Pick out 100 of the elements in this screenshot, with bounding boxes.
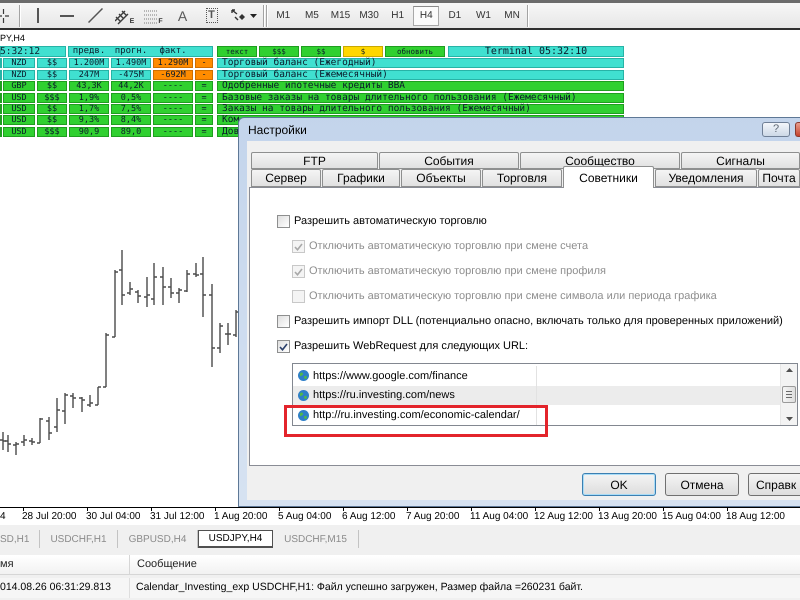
dialog-tab[interactable]: Торговля: [482, 169, 562, 187]
dialog-tab[interactable]: Уведомления: [655, 169, 757, 187]
currency-cell: GBP: [3, 81, 35, 92]
timeframe-button[interactable]: M15: [327, 6, 354, 26]
horizontal-line-icon: [60, 14, 74, 16]
importance-cell: $$$: [37, 92, 67, 103]
checkbox-label: Разрешить WebRequest для следующих URL:: [294, 339, 528, 354]
dialog-tab[interactable]: Сообщество: [520, 152, 680, 169]
event-cell: Торговый баланс (Ежемесячный): [217, 70, 624, 80]
dialog-tab[interactable]: Почта: [758, 169, 800, 187]
previous-cell: 247M: [69, 70, 109, 80]
forecast-cell: 7,5%: [111, 104, 151, 114]
timeframe-button[interactable]: H1: [384, 6, 411, 26]
scrollbar[interactable]: [780, 364, 797, 425]
channel-icon: [114, 8, 130, 24]
axis-label: 4: [0, 511, 6, 523]
dialog-button[interactable]: Отмена: [665, 473, 739, 496]
checkbox-label: Разрешить импорт DLL (потенциально опасно, включать только для проверенных приложений): [294, 314, 783, 330]
checkbox-label: Разрешить автоматическую торговлю: [294, 214, 487, 230]
previous-cell: 1.200M: [69, 58, 109, 68]
close-button[interactable]: [795, 122, 800, 137]
fibonacci-levels-icon: [144, 10, 158, 24]
forecast-cell: 1.490M: [111, 58, 151, 68]
checkbox[interactable]: [277, 315, 290, 328]
sign-cell: =: [195, 81, 213, 92]
previous-cell: 90,9: [69, 126, 109, 137]
dialog-tab[interactable]: Объекты: [401, 169, 481, 187]
forecast-cell: -475M: [111, 70, 151, 80]
scroll-down-icon[interactable]: [786, 417, 792, 421]
dialog-tab[interactable]: Сигналы: [681, 152, 800, 169]
column-header: Сообщение: [137, 557, 197, 572]
actual-cell: ----: [153, 115, 193, 126]
arrows-icon: [231, 9, 247, 22]
previous-cell: 9,3%: [69, 115, 109, 126]
sign-cell: =: [195, 104, 213, 114]
importance-cell: $$$: [37, 126, 67, 137]
terminal-time-cell: Terminal 05:32:10: [448, 46, 624, 57]
column-header: прогн.: [114, 46, 148, 57]
column-header: факт.: [158, 46, 188, 57]
currency-cell: USD: [3, 104, 35, 114]
dialog-button[interactable]: Справк: [748, 473, 800, 496]
text-label-tool-button[interactable]: T: [206, 8, 218, 23]
timeframe-button[interactable]: H4: [413, 6, 440, 26]
sign-cell: -: [195, 70, 213, 80]
axis-label: 18 Aug 12:00: [726, 511, 785, 523]
currency-cell: USD: [3, 92, 35, 103]
sign-cell: =: [195, 92, 213, 103]
timeframe-button[interactable]: M5: [298, 6, 325, 26]
checkmark-icon: [294, 268, 303, 276]
checkbox[interactable]: [277, 215, 290, 228]
axis-label: 13 Aug 20:00: [598, 511, 657, 523]
dialog-tab[interactable]: События: [379, 152, 519, 169]
sign-cell: =: [195, 126, 213, 137]
dialog-button[interactable]: OK: [582, 473, 656, 496]
actual-cell: ----: [153, 104, 193, 114]
url-list-item[interactable]: https://ru.investing.com/news: [293, 386, 780, 406]
importance-cell: $$: [37, 81, 67, 92]
actual-cell: ----: [153, 81, 193, 92]
importance-cell: $$: [37, 104, 67, 114]
timeframe-button[interactable]: W1: [470, 6, 496, 26]
axis-label: 12 Aug 12:00: [534, 511, 593, 523]
help-button[interactable]: ?: [762, 122, 790, 137]
previous-cell: 1,9%: [69, 92, 109, 103]
log-row[interactable]: 014.08.26 06:31:29.813 Calendar_Investing_exp USDCHF,H1: Файл успешно загружен, Размер файла =260231 байт.: [0, 578, 800, 598]
event-cell: Заказы на товары длительного пользования (Ежемесячный): [217, 104, 624, 114]
log-message: Calendar_Investing_exp USDCHF,H1: Файл успешно загружен, Размер файла =260231 байт.: [136, 580, 583, 596]
actual-cell: ----: [153, 92, 193, 103]
currency-cell: USD: [3, 126, 35, 137]
event-cell: Торговый баланс (Ежегодный): [217, 58, 624, 68]
timeframe-button[interactable]: M30: [356, 6, 382, 26]
checkmark-icon: [279, 342, 288, 350]
axis-label: 6 Aug 12:00: [342, 511, 396, 523]
dialog-tab[interactable]: Советники: [563, 166, 654, 188]
chart-tab[interactable]: USDJPY,H4: [198, 530, 273, 548]
axis-label: 11 Aug 04:00: [470, 511, 528, 523]
caret-icon: [250, 14, 257, 18]
dialog-tab[interactable]: FTP: [251, 152, 378, 169]
scroll-up-icon[interactable]: [786, 368, 792, 372]
dialog-tab[interactable]: Графики: [322, 169, 400, 187]
axis-label: 5 Aug 04:00: [278, 511, 332, 523]
axis-label: 1 Aug 20:00: [214, 511, 268, 523]
checkbox[interactable]: [277, 340, 290, 353]
scrollbar-thumb[interactable]: [782, 386, 796, 403]
event-cell: Базовые заказы на товары длительного пользования (Ежемесячный): [217, 92, 624, 103]
globe-icon: [298, 390, 309, 401]
globe-icon: [298, 410, 309, 421]
axis-label: 31 Jul 12:00: [150, 511, 204, 523]
currency-cell: NZD: [3, 70, 35, 80]
vertical-line-icon: [36, 8, 38, 23]
timeframe-button[interactable]: MN: [499, 6, 526, 26]
previous-cell: 43,3K: [69, 81, 109, 92]
text-tool-button[interactable]: A: [168, 4, 197, 26]
dialog-tab[interactable]: Сервер: [251, 169, 321, 187]
importance-cell: $$: [37, 70, 67, 80]
checkbox-label: Отключить автоматическую торговлю при смене символа или периода графика: [309, 289, 717, 304]
timeframe-button[interactable]: M1: [270, 6, 296, 26]
column-header: предв.: [72, 46, 106, 57]
timeframe-button[interactable]: D1: [442, 6, 468, 26]
currency-cell: USD: [3, 115, 35, 126]
actual-cell: -692M: [153, 70, 193, 80]
